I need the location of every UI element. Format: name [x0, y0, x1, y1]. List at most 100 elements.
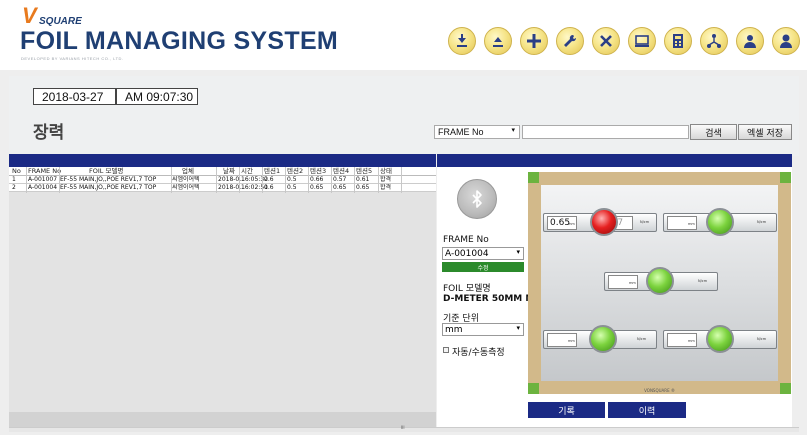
logo-square: SQUARE [39, 16, 82, 27]
network-icon[interactable] [700, 27, 728, 55]
table-row[interactable]: 2 A-001004 EF-55 MAIN,JO,,POE REV1,7 TOP… [9, 184, 436, 192]
time-display: AM 09:07:30 [116, 88, 198, 105]
column-divider [378, 167, 379, 193]
cell-tension3: 0.65 [310, 184, 324, 191]
column-divider [401, 167, 402, 193]
cell-tension1: 0.6 [264, 184, 274, 191]
horizontal-scrollbar[interactable]: III [9, 425, 799, 432]
search-field-select[interactable]: FRAME No ▾ [434, 125, 520, 139]
unit-value: mm [445, 324, 463, 335]
sensor-2-nm-unit: N/cm [757, 220, 767, 224]
monitor-icon[interactable] [628, 27, 656, 55]
diagram-brand: VONSQUARE ® [644, 388, 675, 393]
col-no[interactable]: No [12, 167, 21, 175]
column-divider [331, 167, 332, 193]
unit-select[interactable]: mm ▾ [442, 323, 524, 336]
toolbar [448, 27, 807, 55]
foil-model-label: FOIL 모델명 [443, 284, 491, 294]
sensor-3-mm-unit: mm [629, 281, 636, 285]
chevron-down-icon: ▾ [511, 127, 515, 134]
app-header: V SQUARE FOIL MANAGING SYSTEM DEVELOPED … [0, 0, 807, 70]
col-frame[interactable]: FRAME No [28, 167, 61, 175]
cell-tension4: 0.65 [333, 184, 347, 191]
corner-marker [528, 172, 539, 183]
chevron-down-icon: ▾ [516, 248, 520, 256]
frame-no-value: A-001004 [445, 248, 489, 259]
col-tension4[interactable]: 텐션4 [333, 167, 349, 175]
app-title: FOIL MANAGING SYSTEM [20, 27, 339, 55]
column-divider [171, 167, 172, 193]
col-company[interactable]: 업체 [182, 167, 194, 175]
sensor-3-lamp [646, 267, 674, 295]
sensor-2-mm-unit: mm [688, 222, 695, 226]
sensor-5-mm-unit: mm [688, 339, 695, 343]
chevron-down-icon: ▾ [516, 324, 520, 332]
col-time[interactable]: 시간 [241, 167, 253, 175]
sensor-3-nm-unit: N/cm [698, 279, 708, 283]
upload-icon[interactable] [484, 27, 512, 55]
sensor-4-mm-unit: mm [568, 339, 575, 343]
table-row[interactable]: 1 A-001007 EF-55 MAIN,JO,,POE REV1,7 TOP… [9, 176, 436, 184]
sensor-4-lamp [589, 325, 617, 353]
history-button[interactable]: 이력 [608, 402, 686, 418]
excel-save-button[interactable]: 엑셀 저장 [738, 124, 792, 140]
sensor-5-lamp [706, 325, 734, 353]
app-subtitle: DEVELOPED BY VARIANS HITECH CO., LTD. [21, 56, 124, 61]
auto-measure-label: 자동/수동측정 [452, 348, 505, 358]
table-header-bar [9, 154, 436, 167]
cell-status: 합격 [380, 176, 392, 183]
column-divider [26, 167, 27, 193]
sensor-4-nm-unit: N/cm [637, 337, 647, 341]
column-divider [239, 167, 240, 193]
cell-company: 씨엠이어텍 [172, 184, 200, 191]
cell-frame: A-001007 [28, 176, 58, 183]
col-status[interactable]: 상태 [380, 167, 392, 175]
calculator-icon[interactable] [664, 27, 692, 55]
auto-measure-checkbox[interactable] [443, 347, 449, 353]
col-foil[interactable]: FOIL 모델명 [89, 167, 123, 175]
cell-status: 합격 [380, 184, 392, 191]
corner-marker [780, 172, 791, 183]
cell-frame: A-001004 [28, 184, 58, 191]
data-table: No FRAME No FOIL 모델명 업체 날짜 시간 텐션1 텐션2 텐션… [9, 167, 436, 427]
users-icon[interactable] [736, 27, 764, 55]
sensor-1-mm-unit: mm [568, 222, 575, 226]
cell-tension2: 0.5 [287, 176, 297, 183]
col-tension3[interactable]: 텐션3 [310, 167, 326, 175]
col-date[interactable]: 날짜 [223, 167, 235, 175]
table-footer [9, 412, 436, 427]
cell-foil: EF-55 MAIN,JO,,POE REV1,7 TOP [60, 176, 157, 183]
wrench-icon[interactable] [556, 27, 584, 55]
bluetooth-icon[interactable] [457, 179, 497, 219]
sensor-1-lamp [590, 208, 618, 236]
sensor-5-nm-unit: N/cm [757, 337, 767, 341]
frame-no-select[interactable]: A-001004 ▾ [442, 247, 524, 260]
close-icon[interactable] [592, 27, 620, 55]
sensor-2-lamp [706, 208, 734, 236]
cell-tension1: 0.6 [264, 176, 274, 183]
foil-model-value: D-METER 50MM MAIN [443, 294, 533, 304]
column-divider [216, 167, 217, 193]
frame-no-label: FRAME No [443, 235, 489, 245]
logo-v: V [22, 3, 37, 28]
col-tension1[interactable]: 텐션1 [264, 167, 280, 175]
cell-no: 2 [12, 184, 16, 191]
col-tension2[interactable]: 텐션2 [287, 167, 303, 175]
plus-icon[interactable] [520, 27, 548, 55]
column-divider [308, 167, 309, 193]
column-divider [59, 167, 60, 193]
column-divider [285, 167, 286, 193]
cell-tension5: 0.61 [356, 176, 370, 183]
col-tension5[interactable]: 텐션5 [356, 167, 372, 175]
user-icon[interactable] [772, 27, 800, 55]
cell-foil: EF-55 MAIN,JO,,POE REV1,7 TOP [60, 184, 157, 191]
column-divider [262, 167, 263, 193]
search-button[interactable]: 검색 [690, 124, 737, 140]
table-header: No FRAME No FOIL 모델명 업체 날짜 시간 텐션1 텐션2 텐션… [9, 167, 436, 176]
download-icon[interactable] [448, 27, 476, 55]
search-input[interactable] [522, 125, 689, 139]
record-button[interactable]: 기록 [528, 402, 605, 418]
cell-tension4: 0.57 [333, 176, 347, 183]
edit-button[interactable]: 수정 [442, 262, 524, 272]
date-display: 2018-03-27 [33, 88, 116, 105]
